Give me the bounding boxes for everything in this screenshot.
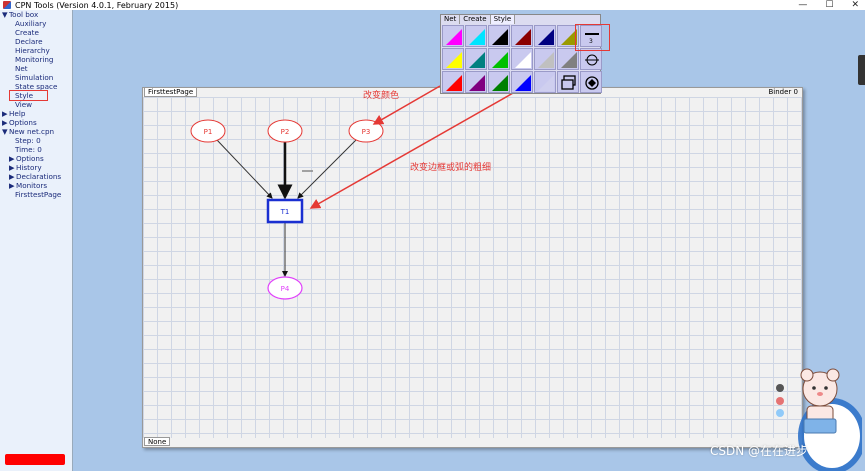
tree-item-net-options[interactable]: ▶Options [0, 154, 72, 163]
tree-item-hierarchy[interactable]: Hierarchy [0, 46, 72, 55]
binder-window[interactable]: FirsttestPage Binder 0 None [142, 87, 803, 448]
expand-right-icon: ▶ [2, 118, 8, 127]
expand-right-icon: ▶ [9, 172, 15, 181]
tree-item-view[interactable]: View [0, 100, 72, 109]
swatch-triangle [538, 75, 554, 91]
tree-item-net[interactable]: Net [0, 64, 72, 73]
swatch-triangle [492, 29, 508, 45]
tree-item-firsttestpage[interactable]: FirsttestPage [0, 190, 72, 199]
arc-style-tool[interactable] [580, 48, 602, 70]
color-swatch-gray[interactable] [557, 48, 579, 70]
tree-item-simulation[interactable]: Simulation [0, 73, 72, 82]
color-swatch-silver[interactable] [534, 48, 556, 70]
tree-item-options[interactable]: ▶Options [0, 118, 72, 127]
circle-style-tool[interactable] [580, 71, 602, 93]
index-panel: ▼Tool box Auxiliary Create Declare Hiera… [0, 10, 73, 471]
tree-item-monitoring[interactable]: Monitoring [0, 55, 72, 64]
color-swatch-yellow[interactable] [442, 48, 464, 70]
swatch-triangle [469, 52, 485, 68]
swatch-triangle [446, 75, 462, 91]
arc-style-icon [585, 54, 599, 66]
tree-item-monitors[interactable]: ▶Monitors [0, 181, 72, 190]
tree-item-declare[interactable]: Declare [0, 37, 72, 46]
tree-item-style[interactable]: Style [9, 90, 48, 101]
tree-item-time: Time: 0 [15, 145, 42, 154]
page-canvas[interactable] [143, 97, 802, 438]
annotation-change-width: 改变边框或弧的粗细 [410, 163, 492, 173]
tab-none[interactable]: None [144, 437, 171, 446]
palette-tab-create[interactable]: Create [460, 15, 491, 24]
tree-item-toolbox[interactable]: ▼Tool box [0, 10, 72, 19]
close-button[interactable]: ✕ [851, 0, 859, 10]
circle-arrows-icon [585, 76, 599, 90]
swatch-triangle [446, 29, 462, 45]
palette-tab-net[interactable]: Net [441, 15, 461, 24]
tree-item-history[interactable]: ▶History [0, 163, 72, 172]
color-swatch-darkgreen[interactable] [488, 71, 510, 93]
swatch-triangle [492, 52, 508, 68]
binder-label: Binder 0 [768, 88, 799, 96]
tab-firsttestpage[interactable]: FirsttestPage [144, 88, 198, 97]
color-swatch-lavender[interactable] [534, 71, 556, 93]
window-style-tool[interactable] [557, 71, 579, 93]
expand-right-icon: ▶ [9, 154, 15, 163]
swatch-triangle [469, 75, 485, 91]
color-swatch-navy[interactable] [534, 25, 556, 47]
swatch-triangle [469, 29, 485, 45]
swatch-triangle [446, 52, 462, 68]
color-swatch-darkred[interactable] [511, 25, 533, 47]
watermark: CSDN @在在进步 [710, 444, 809, 458]
tree-item-create[interactable]: Create [0, 28, 72, 37]
swatch-triangle [492, 75, 508, 91]
swatch-triangle [515, 52, 531, 68]
expand-down-icon: ▼ [2, 10, 8, 19]
title-bar: CPN Tools (Version 4.0.1, February 2015)… [0, 0, 865, 10]
color-swatch-green[interactable] [488, 48, 510, 70]
redacted-bar [5, 454, 65, 465]
expand-right-icon: ▶ [9, 181, 15, 190]
color-swatch-white[interactable] [511, 48, 533, 70]
tree-item-help[interactable]: ▶Help [0, 109, 72, 118]
color-swatch-magenta[interactable] [442, 25, 464, 47]
tree-item-auxiliary[interactable]: Auxiliary [0, 19, 72, 28]
expand-right-icon: ▶ [9, 163, 15, 172]
window-icon [561, 75, 576, 90]
color-swatch-black[interactable] [488, 25, 510, 47]
maximize-button[interactable]: ☐ [825, 0, 833, 10]
tree-item-new-net[interactable]: ▼New net.cpn [0, 127, 72, 136]
palette-tab-style[interactable]: Style [490, 15, 516, 24]
color-swatch-teal[interactable] [465, 48, 487, 70]
annotation-change-color: 改变颜色 [363, 91, 400, 101]
swatch-triangle [561, 52, 577, 68]
swatch-triangle [515, 75, 531, 91]
color-swatch-cyan[interactable] [465, 25, 487, 47]
side-handle[interactable] [858, 55, 865, 85]
color-swatch-purple[interactable] [465, 71, 487, 93]
expand-down-icon: ▼ [2, 127, 8, 136]
swatch-triangle [515, 29, 531, 45]
tree-item-state-space[interactable]: State space [0, 82, 72, 91]
window-title: CPN Tools (Version 4.0.1, February 2015) [15, 0, 179, 10]
minimize-button[interactable]: — [798, 0, 807, 10]
annotation-highlight-box [575, 24, 610, 51]
swatch-triangle [538, 29, 554, 45]
expand-right-icon: ▶ [2, 109, 8, 118]
tree-item-declarations[interactable]: ▶Declarations [0, 172, 72, 181]
app-icon [3, 1, 11, 9]
color-swatch-blue[interactable] [511, 71, 533, 93]
color-swatch-red[interactable] [442, 71, 464, 93]
tree-item-step: Step: 0 [15, 136, 41, 145]
swatch-triangle [538, 52, 554, 68]
